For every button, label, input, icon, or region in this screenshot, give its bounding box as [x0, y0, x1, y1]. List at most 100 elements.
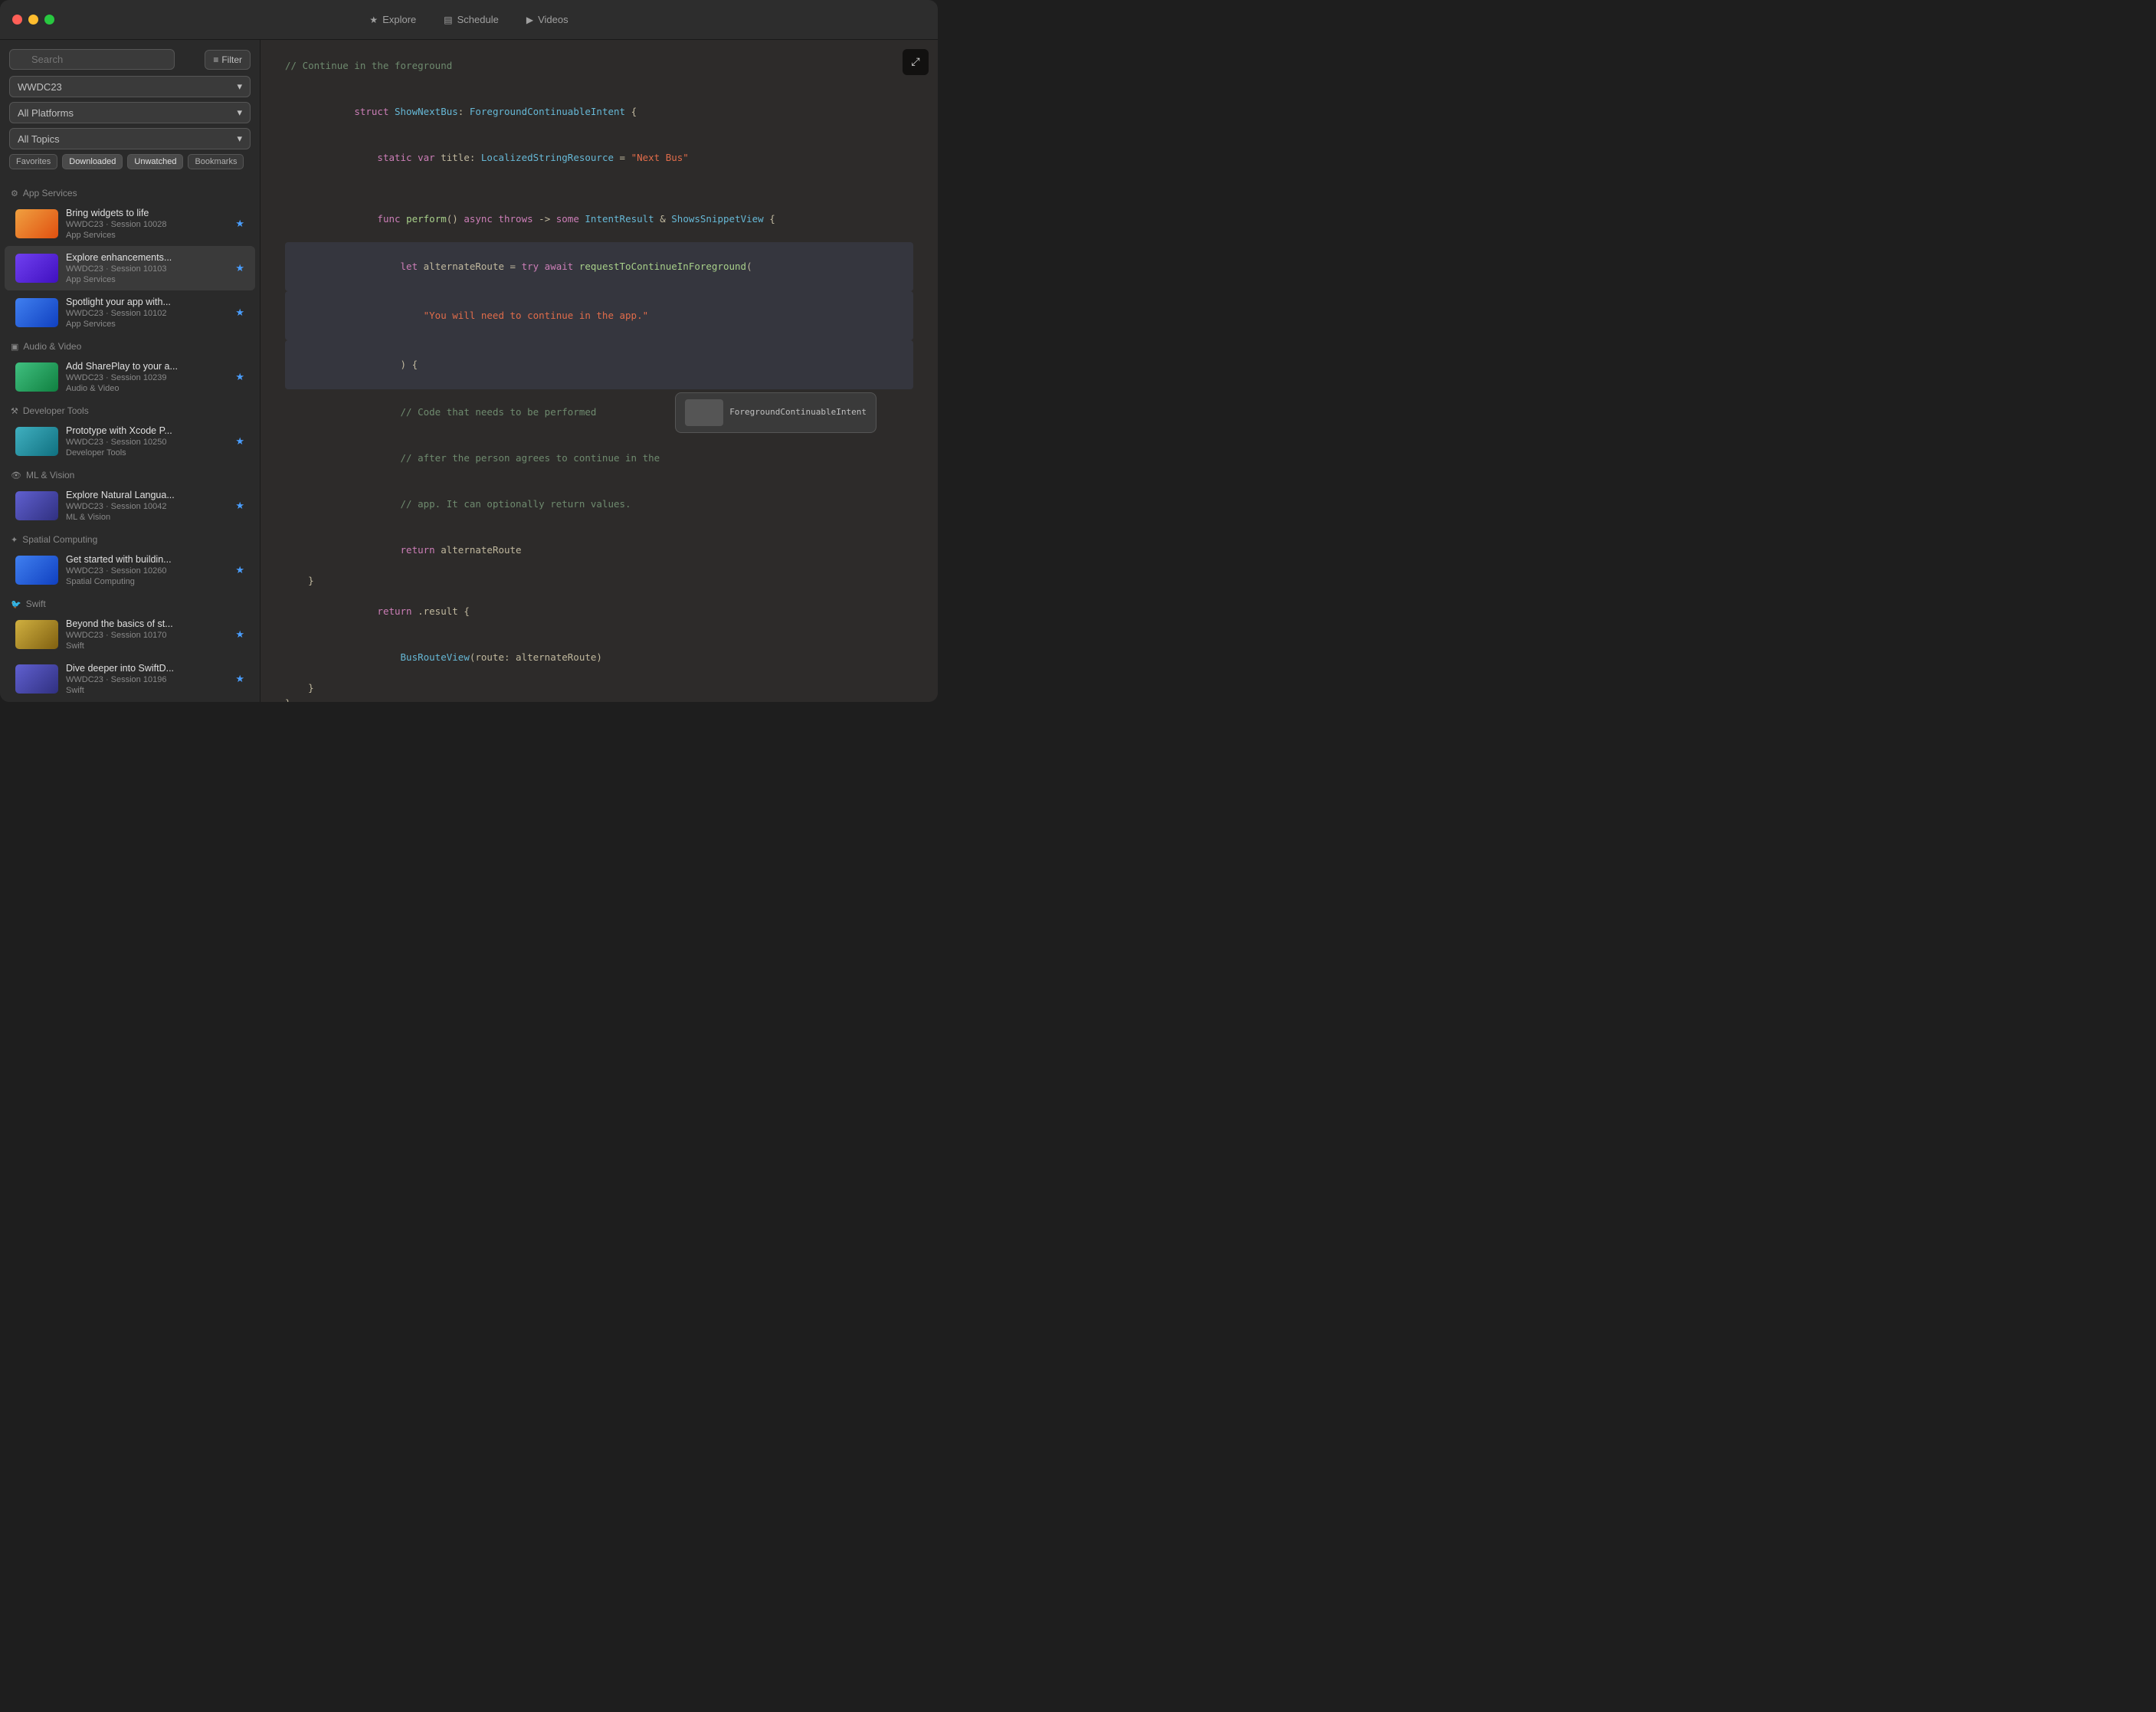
list-item[interactable]: Get started with buildin... WWDC23 · Ses… [5, 548, 255, 592]
topics-dropdown[interactable]: All Topics ▾ [9, 128, 251, 149]
audio-video-icon: ▣ [11, 342, 18, 352]
session-subtitle: WWDC23 · Session 10250 [66, 438, 228, 447]
code-plain [354, 261, 400, 272]
chevron-down-icon: ▾ [237, 107, 242, 119]
filter-label: Filter [221, 54, 242, 65]
close-button[interactable] [12, 15, 22, 25]
tag-bookmarks[interactable]: Bookmarks [188, 154, 244, 169]
code-plain [354, 651, 400, 663]
category-label: Developer Tools [23, 405, 89, 416]
content-area[interactable]: // Continue in the foreground struct Sho… [260, 40, 938, 702]
code-plain: } [285, 697, 291, 702]
code-keyword: async throws [464, 213, 532, 225]
sidebar-top: 🔍 ≡ Filter WWDC23 ▾ All Platforms ▾ [0, 40, 260, 179]
platform-value: All Platforms [18, 107, 74, 119]
ml-vision-icon: 👁 [11, 471, 21, 480]
code-plain: { [625, 106, 637, 117]
list-item[interactable]: Explore Natural Langua... WWDC23 · Sessi… [5, 484, 255, 528]
code-keyword: some [556, 213, 585, 225]
expand-button[interactable]: ⤢ [903, 49, 929, 75]
session-subtitle: WWDC23 · Session 10102 [66, 309, 228, 318]
code-string: "Next Bus" [631, 152, 689, 163]
code-plain: // app. It can optionally return values. [354, 498, 631, 510]
code-keyword: let [401, 261, 424, 272]
category-label: Audio & Video [23, 341, 81, 352]
code-plain [354, 213, 377, 225]
session-thumbnail [15, 491, 58, 520]
session-thumbnail [15, 254, 58, 283]
video-player: // Continue in the foreground struct Sho… [260, 40, 938, 702]
tab-videos-label: Videos [538, 14, 568, 25]
session-info: Spotlight your app with... WWDC23 · Sess… [66, 297, 228, 329]
list-item[interactable]: Add SharePlay to your a... WWDC23 · Sess… [5, 355, 255, 399]
session-category: App Services [66, 231, 228, 240]
session-subtitle: WWDC23 · Session 10239 [66, 373, 228, 382]
code-plain: .result { [418, 605, 470, 617]
session-info: Dive deeper into SwiftD... WWDC23 · Sess… [66, 663, 228, 695]
code-plain: -> [533, 213, 556, 225]
filter-button[interactable]: ≡ Filter [205, 50, 251, 70]
platform-dropdown[interactable]: All Platforms ▾ [9, 102, 251, 123]
tab-videos[interactable]: ▶ Videos [514, 9, 581, 30]
schedule-icon: ▤ [444, 15, 452, 25]
code-keyword: return [377, 605, 418, 617]
session-thumbnail [15, 664, 58, 694]
list-item[interactable]: Bring widgets to life WWDC23 · Session 1… [5, 202, 255, 246]
list-item[interactable]: Beyond the basics of st... WWDC23 · Sess… [5, 612, 255, 657]
session-category: Spatial Computing [66, 577, 228, 586]
tab-schedule-label: Schedule [457, 14, 499, 25]
star-icon: ★ [235, 371, 244, 383]
maximize-button[interactable] [44, 15, 54, 25]
list-item[interactable]: Dive deeper into SwiftD... WWDC23 · Sess… [5, 657, 255, 701]
code-keyword: struct [354, 106, 395, 117]
category-app-services: ⚙ App Services [0, 182, 260, 202]
titlebar: ★ Explore ▤ Schedule ▶ Videos [0, 0, 938, 40]
spatial-computing-icon: ✦ [11, 535, 18, 545]
list-item[interactable]: Prototype with Xcode P... WWDC23 · Sessi… [5, 419, 255, 464]
list-item[interactable]: Spotlight your app with... WWDC23 · Sess… [5, 290, 255, 335]
category-label: Spatial Computing [22, 534, 97, 545]
filter-tags: Favorites Downloaded Unwatched Bookmarks [9, 154, 251, 169]
code-plain: = [614, 152, 631, 163]
session-title: Beyond the basics of st... [66, 618, 228, 629]
session-category: App Services [66, 320, 228, 329]
code-string: "You will need to continue in the app." [424, 310, 649, 321]
category-label: App Services [23, 188, 77, 198]
tag-unwatched[interactable]: Unwatched [127, 154, 183, 169]
year-dropdown[interactable]: WWDC23 ▾ [9, 76, 251, 97]
code-plain: : [458, 106, 470, 117]
code-plain [354, 310, 423, 321]
star-icon: ★ [235, 262, 244, 274]
code-plain: alternateRoute = [424, 261, 522, 272]
session-thumbnail [15, 620, 58, 649]
tag-downloaded[interactable]: Downloaded [62, 154, 123, 169]
code-plain: // after the person agrees to continue i… [354, 452, 660, 464]
videos-icon: ▶ [526, 15, 533, 25]
minimize-button[interactable] [28, 15, 38, 25]
traffic-lights [12, 15, 54, 25]
star-icon: ★ [235, 435, 244, 448]
search-row: 🔍 ≡ Filter [9, 49, 251, 70]
tag-favorites[interactable]: Favorites [9, 154, 57, 169]
tab-schedule[interactable]: ▤ Schedule [431, 9, 511, 30]
code-plain: title: [441, 152, 481, 163]
star-icon: ★ [235, 628, 244, 641]
code-tooltip: ForegroundContinuableIntent [675, 392, 876, 433]
search-wrap: 🔍 [9, 49, 198, 70]
category-developer-tools: ⚒ Developer Tools [0, 399, 260, 419]
chevron-down-icon: ▾ [237, 133, 242, 145]
tab-explore[interactable]: ★ Explore [357, 9, 428, 30]
session-category: Developer Tools [66, 448, 228, 458]
year-value: WWDC23 [18, 81, 62, 93]
session-info: Explore Natural Langua... WWDC23 · Sessi… [66, 490, 228, 522]
search-input[interactable] [9, 49, 175, 70]
session-title: Explore enhancements... [66, 252, 228, 263]
code-comment: // Continue in the foreground [285, 60, 452, 71]
code-plain: } [285, 682, 314, 694]
session-subtitle: WWDC23 · Session 10196 [66, 675, 228, 684]
list-item[interactable]: Explore enhancements... WWDC23 · Session… [5, 246, 255, 290]
sidebar-scroll[interactable]: ⚙ App Services Bring widgets to life WWD… [0, 179, 260, 702]
code-keyword: static var [377, 152, 441, 163]
topics-value: All Topics [18, 133, 60, 145]
chevron-down-icon: ▾ [237, 80, 242, 93]
